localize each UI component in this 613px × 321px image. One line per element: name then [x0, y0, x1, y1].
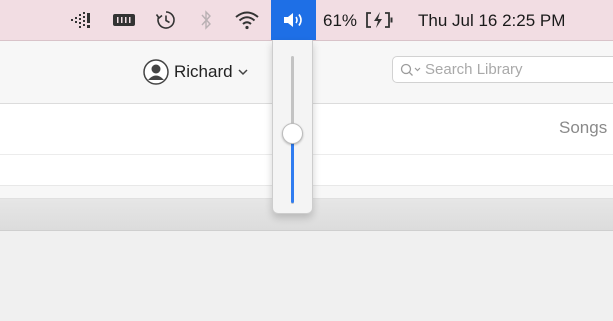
account-name: Richard — [174, 62, 233, 81]
songs-label[interactable]: Songs — [559, 118, 607, 138]
volume-slider-fill — [291, 142, 294, 203]
account-button[interactable]: Richard — [143, 57, 248, 87]
search-library-input[interactable]: Search Library — [392, 56, 613, 83]
library-list-area — [0, 231, 613, 321]
wifi-icon[interactable] — [229, 0, 265, 40]
volume-slider-knob[interactable] — [282, 122, 303, 144]
bluetooth-icon[interactable] — [195, 0, 217, 40]
user-avatar-icon — [143, 59, 169, 85]
search-placeholder: Search Library — [425, 61, 523, 78]
time-machine-icon[interactable] — [151, 0, 181, 40]
battery-charging-icon[interactable] — [362, 0, 398, 40]
search-icon — [400, 63, 421, 76]
activity-monitor-icon[interactable] — [68, 0, 98, 40]
battery-percent: 61% — [323, 11, 358, 30]
volume-slider-popup — [272, 40, 313, 214]
volume-icon[interactable] — [271, 0, 316, 40]
chevron-down-icon — [238, 69, 248, 76]
menu-bar: 61% Thu Jul 16 2:25 PM — [0, 0, 613, 41]
battery-menu-icon[interactable] — [109, 0, 139, 40]
menubar-clock[interactable]: Thu Jul 16 2:25 PM — [418, 0, 565, 40]
